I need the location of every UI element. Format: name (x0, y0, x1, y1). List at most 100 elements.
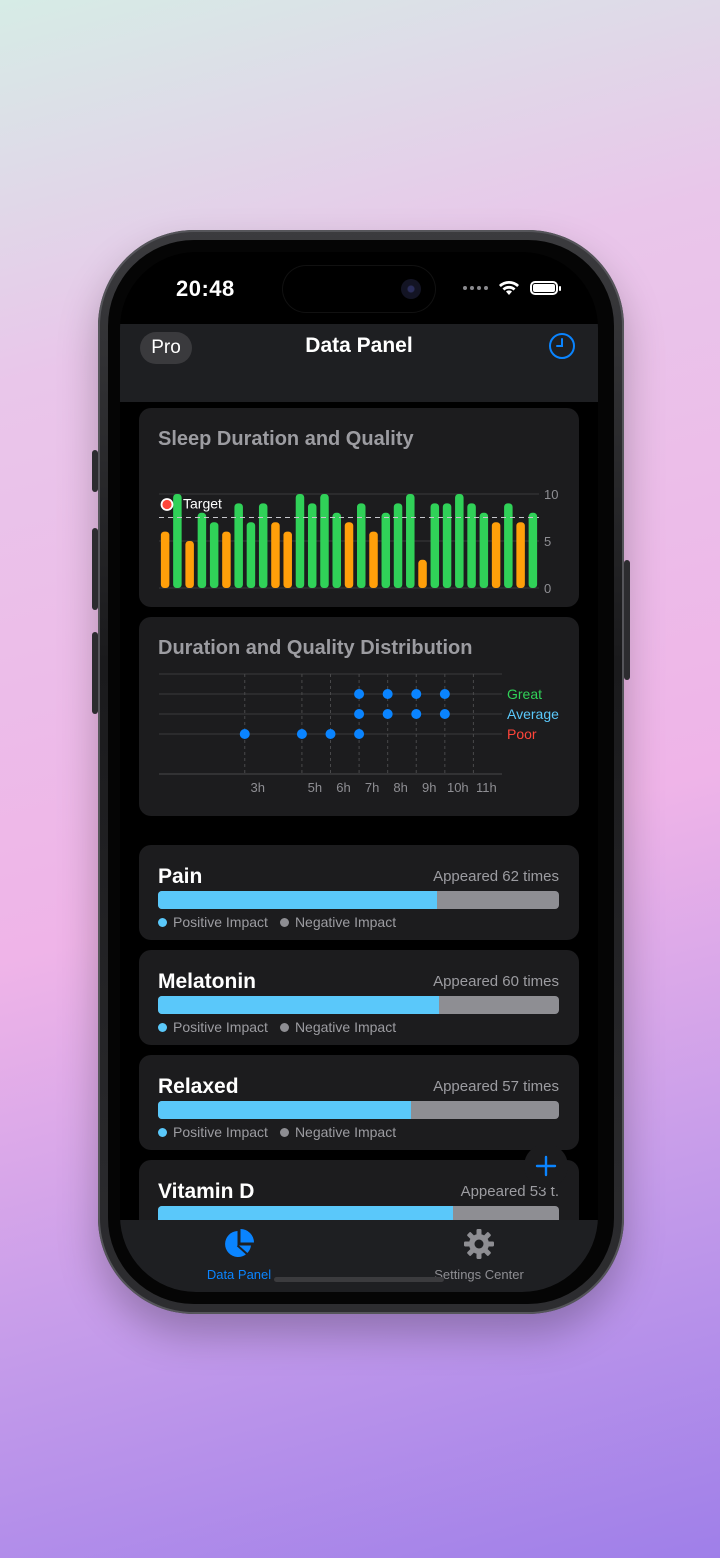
sleep-bar (455, 494, 464, 588)
sleep-bar (246, 522, 256, 588)
factor-card[interactable]: Pain Appeared 62 times Positive Impact N… (139, 845, 579, 940)
category-label: Average (507, 706, 559, 722)
impact-bar (158, 1101, 559, 1119)
status-icons (463, 280, 561, 296)
positive-dot-icon (158, 1127, 167, 1137)
category-label: Poor (507, 726, 537, 742)
factor-name: Melatonin (158, 970, 256, 993)
sleep-bar (160, 531, 170, 588)
history-clock-icon[interactable] (548, 332, 576, 360)
factor-name: Pain (158, 865, 203, 888)
x-tick-label: 7h (365, 780, 379, 795)
scatter-point (411, 689, 422, 699)
legend-negative-label: Negative Impact (294, 914, 397, 930)
status-time: 20:48 (176, 276, 235, 301)
legend-negative: Negative Impact (279, 1124, 396, 1140)
factor-count: Appeared 60 times (433, 973, 559, 990)
x-tick-label: 11h (476, 780, 497, 795)
scatter-point (325, 729, 336, 739)
sleep-bar (209, 522, 219, 588)
impact-bar-positive (158, 1101, 411, 1119)
volume-up-button (92, 528, 98, 610)
plus-icon (535, 1155, 557, 1177)
scatter-point (382, 689, 393, 699)
category-label: Great (507, 686, 542, 702)
tab-data-panel[interactable]: Data Panel (164, 1228, 314, 1282)
sleep-bar (332, 512, 341, 588)
sleep-bar (295, 494, 305, 588)
tab-bar: Data Panel Settings Center (120, 1220, 598, 1292)
scatter-point (239, 729, 250, 739)
home-indicator (274, 1277, 444, 1282)
navigation-bar: Pro Data Panel (120, 324, 598, 402)
x-tick-label: 5h (308, 780, 322, 795)
pie-chart-icon (225, 1229, 254, 1257)
negative-dot-icon (279, 1022, 289, 1032)
sleep-bar (357, 503, 366, 588)
add-factor-button[interactable] (524, 1144, 568, 1188)
scatter-point (354, 689, 365, 699)
impact-legend: Positive Impact Negative Impact (158, 1124, 396, 1140)
sleep-bar (185, 541, 194, 588)
positive-dot-icon (158, 917, 167, 927)
factor-count: Appeared 57 times (433, 1078, 559, 1095)
impact-bar (158, 891, 559, 909)
target-icon (160, 498, 174, 511)
sleep-bar (393, 503, 403, 588)
factor-card[interactable]: Relaxed Appeared 57 times Positive Impac… (139, 1055, 579, 1150)
scatter-point (354, 729, 365, 739)
sleep-bar (197, 512, 207, 588)
scatter-point (411, 709, 422, 719)
legend-negative: Negative Impact (279, 1019, 397, 1035)
scatter-point (354, 709, 365, 719)
sleep-bar (504, 503, 513, 588)
scatter-point (439, 689, 450, 699)
factor-card[interactable]: Melatonin Appeared 60 times Positive Imp… (139, 950, 579, 1045)
factor-card[interactable]: Vitamin D Appeared 53 t. (139, 1160, 579, 1220)
sleep-bar (283, 531, 292, 588)
scatter-point (296, 729, 307, 739)
camera-icon (401, 279, 421, 299)
target-label: Target (183, 496, 222, 512)
sleep-bar (344, 522, 354, 588)
gear-icon (464, 1229, 494, 1259)
sleep-bar-chart: 0 5 10 Target (159, 487, 558, 596)
impact-bar-positive (158, 996, 439, 1014)
sleep-bar (234, 503, 243, 588)
battery-icon (530, 281, 561, 295)
content-scroll[interactable]: Sleep Duration and Quality 0 5 10 Target Du… (120, 402, 598, 1220)
impact-bar (158, 996, 559, 1014)
sleep-duration-card: Sleep Duration and Quality 0 5 10 Target (139, 408, 579, 607)
legend-positive: Positive Impact (158, 1124, 268, 1140)
sleep-bar (258, 503, 268, 588)
y-tick-label: 10 (544, 487, 558, 502)
sleep-bar (271, 522, 280, 588)
y-tick-label: 0 (544, 581, 551, 596)
factor-name: Relaxed (158, 1075, 239, 1098)
negative-dot-icon (279, 1127, 289, 1137)
signal-dots-icon (463, 286, 488, 290)
legend-negative-label: Negative Impact (294, 1019, 397, 1035)
power-button (624, 560, 630, 680)
impact-bar-positive (158, 1206, 453, 1220)
sleep-bar (528, 512, 538, 588)
legend-positive-label: Positive Impact (173, 914, 268, 930)
sleep-bar (381, 512, 391, 588)
x-tick-label: 10h (447, 780, 469, 795)
y-tick-label: 5 (544, 534, 551, 549)
sleep-bar (173, 494, 182, 588)
distribution-card: Duration and Quality Distribution Great A… (139, 617, 579, 816)
impact-legend: Positive Impact Negative Impact (158, 914, 396, 930)
legend-positive: Positive Impact (158, 914, 268, 930)
sleep-bar (222, 531, 231, 588)
dynamic-island (283, 266, 435, 312)
x-tick-label: 6h (336, 780, 350, 795)
sleep-bar (479, 512, 489, 588)
phone-frame: 20:48 Pro Data Panel Sleep Duration and … (92, 230, 630, 1314)
tab-settings-center[interactable]: Settings Center (404, 1228, 554, 1282)
sleep-bar (467, 503, 476, 588)
sleep-bar (442, 503, 452, 588)
wifi-icon (499, 281, 519, 295)
factor-name: Vitamin D (158, 1180, 255, 1203)
factor-count: Appeared 62 times (433, 868, 559, 885)
